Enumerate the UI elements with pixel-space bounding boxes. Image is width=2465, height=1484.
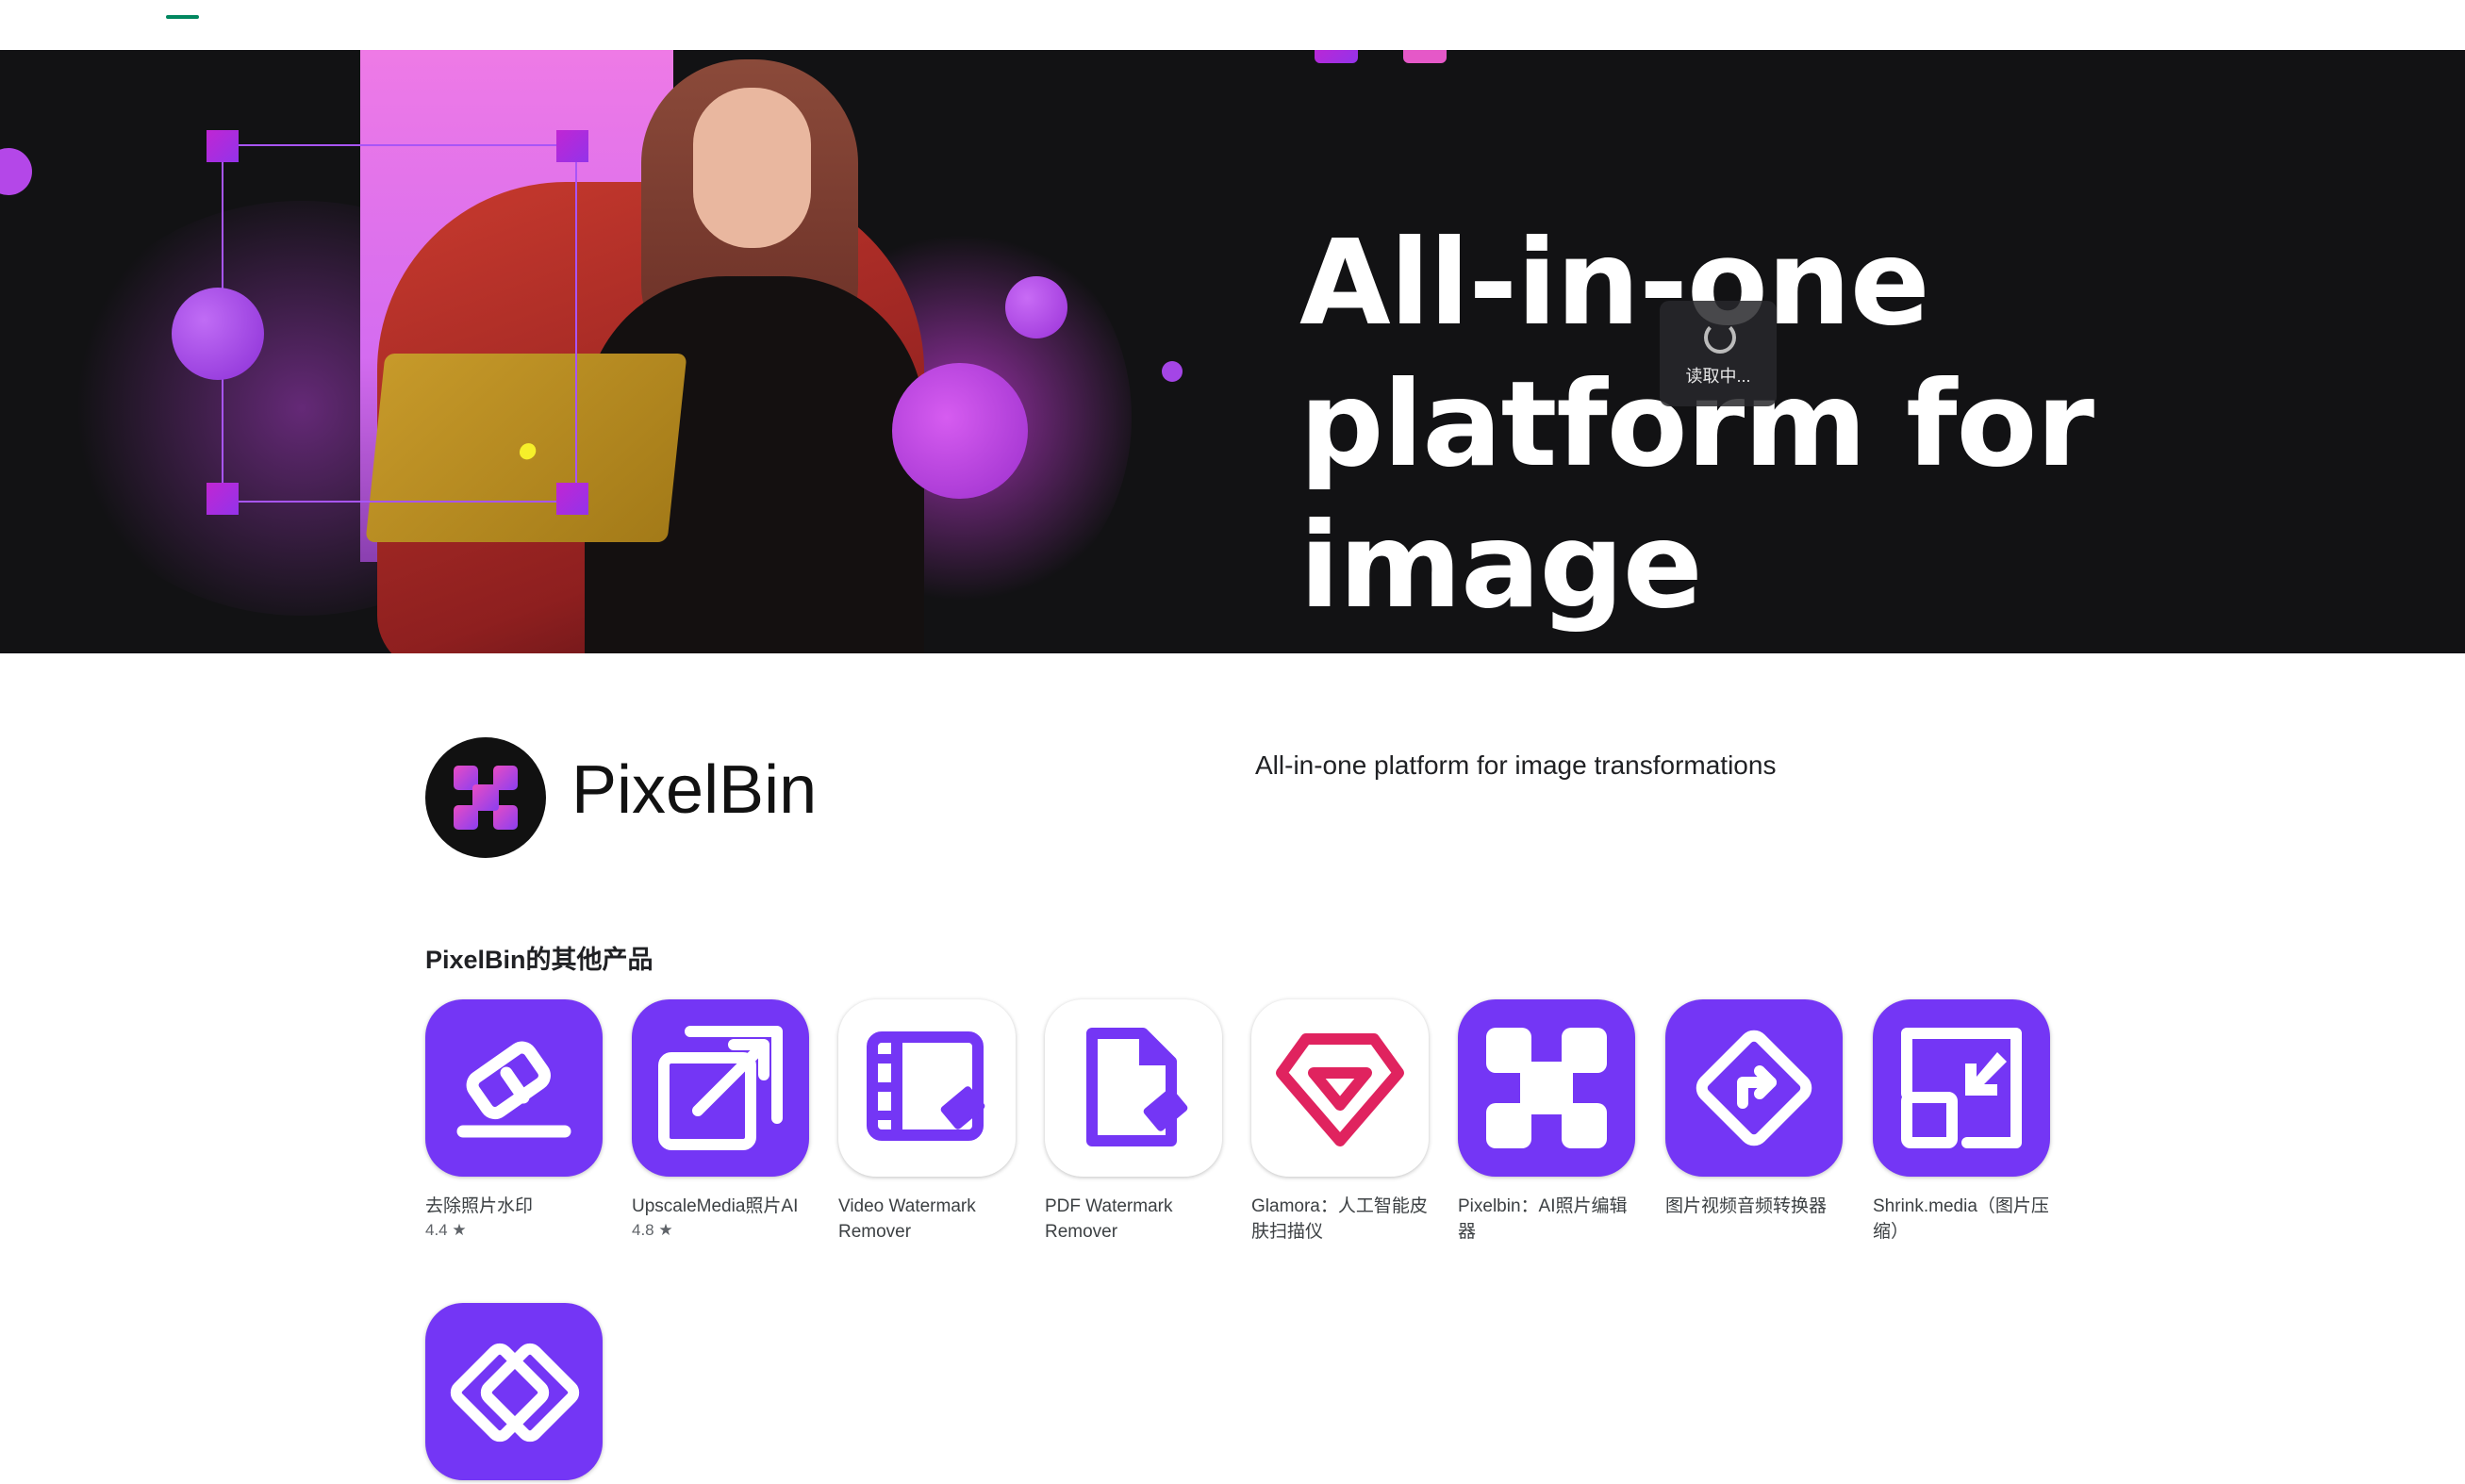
decor-circle xyxy=(172,288,264,380)
app-name[interactable]: PDF Watermark Remover xyxy=(1045,1194,1224,1245)
decor-circle xyxy=(0,148,32,195)
developer-name[interactable]: PixelBin xyxy=(571,743,817,837)
app-name[interactable]: 去除照片水印 xyxy=(425,1194,604,1219)
app-card[interactable]: 去除照片水印 4.4 ★ xyxy=(425,999,604,1242)
selection-handle xyxy=(207,130,239,162)
decor-circle xyxy=(1005,276,1067,338)
eraser-icon[interactable] xyxy=(425,999,603,1177)
pixelbin-icon[interactable] xyxy=(1458,999,1635,1177)
hero-person-face xyxy=(693,88,811,248)
loading-text: 读取中... xyxy=(1685,367,1751,386)
glamora-gem-icon[interactable] xyxy=(1251,999,1429,1177)
decor-square xyxy=(1403,50,1447,63)
app-name[interactable]: Video Watermark Remover xyxy=(838,1194,1017,1245)
selection-frame xyxy=(222,144,577,503)
hero-banner: ● All-in-one platform for image transfor… xyxy=(0,50,2465,653)
app-card[interactable]: Glamora：人工智能皮肤扫描仪 xyxy=(1251,999,1431,1245)
active-tab-indicator xyxy=(166,15,199,19)
link-icon[interactable] xyxy=(425,1303,603,1480)
app-name[interactable]: Pixelbin：AI照片编辑器 xyxy=(1458,1194,1637,1245)
app-card[interactable]: 图片视频音频转换器 xyxy=(1665,999,1845,1219)
top-bar xyxy=(0,0,2465,50)
upscale-icon[interactable] xyxy=(632,999,809,1177)
selection-handle xyxy=(556,130,588,162)
pdf-watermark-icon[interactable] xyxy=(1045,999,1222,1177)
decor-circle xyxy=(892,363,1028,499)
app-card[interactable]: Shrink.media（图片压缩） xyxy=(1873,999,2052,1245)
hero-title: All-in-one platform for image transforma… xyxy=(1299,215,2359,653)
app-name[interactable]: 图片视频音频转换器 xyxy=(1665,1194,1845,1219)
selection-handle xyxy=(556,483,588,515)
more-apps-title: PixelBin的其他产品 xyxy=(425,946,653,974)
shrink-icon[interactable] xyxy=(1873,999,2050,1177)
loading-indicator: 读取中... xyxy=(1660,301,1777,406)
developer-tagline: All-in-one platform for image transforma… xyxy=(1255,750,1777,780)
app-rating: 4.4 ★ xyxy=(425,1221,467,1239)
app-card[interactable]: PDF Watermark Remover xyxy=(1045,999,1224,1245)
app-name[interactable]: Glamora：人工智能皮肤扫描仪 xyxy=(1251,1194,1431,1245)
loading-spinner-icon xyxy=(1704,322,1736,354)
app-card[interactable]: UpscaleMedia照片AI 4.8 ★ xyxy=(632,999,811,1242)
converter-icon[interactable] xyxy=(1665,999,1843,1177)
pixelbin-logo-icon xyxy=(454,766,518,830)
developer-logo[interactable] xyxy=(425,737,546,858)
decor-circle xyxy=(1162,361,1183,382)
decor-square xyxy=(1315,50,1358,63)
app-rating: 4.8 ★ xyxy=(632,1221,673,1239)
selection-handle xyxy=(207,483,239,515)
app-name[interactable]: Shrink.media（图片压缩） xyxy=(1873,1194,2052,1245)
app-card[interactable]: Pixelbin：AI照片编辑器 xyxy=(1458,999,1637,1245)
video-watermark-icon[interactable] xyxy=(838,999,1016,1177)
app-name[interactable]: UpscaleMedia照片AI xyxy=(632,1194,811,1219)
app-card[interactable]: Video Watermark Remover xyxy=(838,999,1017,1245)
app-card[interactable] xyxy=(425,1303,604,1480)
